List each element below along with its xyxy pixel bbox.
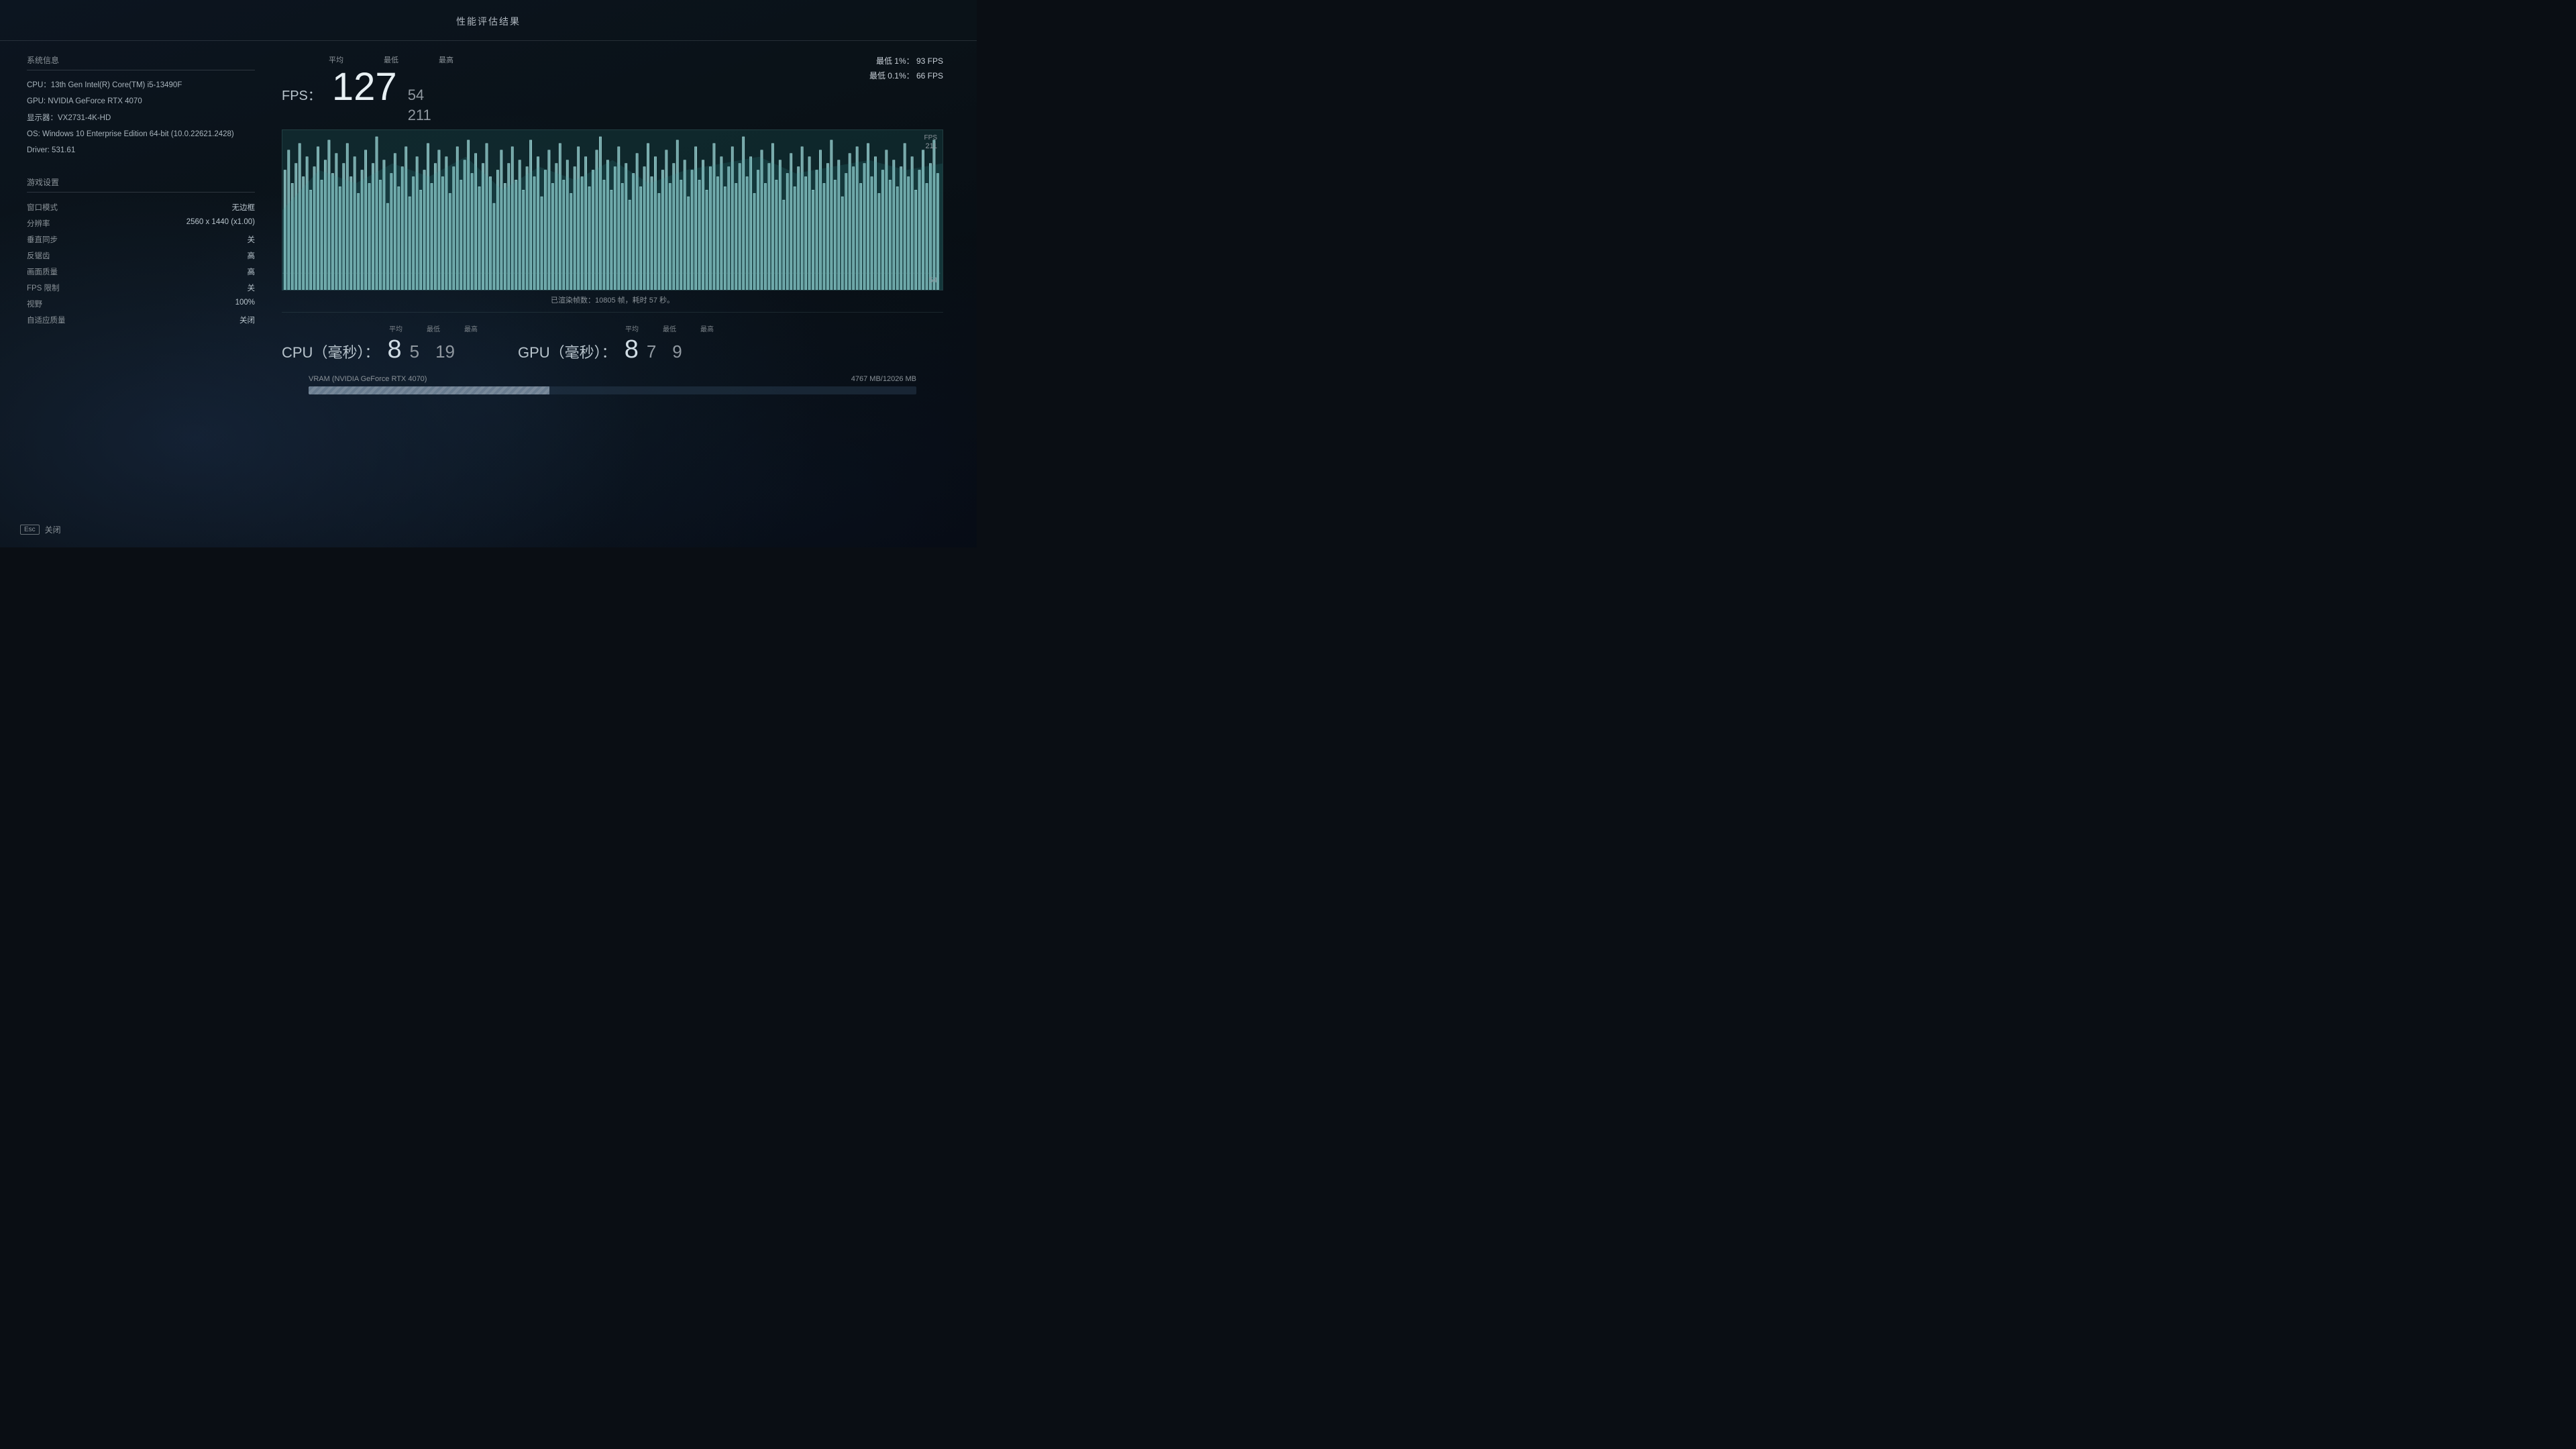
gpu-stats-block: 平均 最低 最高 GPU（毫秒）： 8 7 9 [518, 323, 714, 364]
setting-vsync: 垂直同步 关 [27, 234, 255, 245]
esc-key-label[interactable]: Esc [20, 525, 40, 535]
setting-key: 视野 [27, 299, 42, 309]
setting-fov: 视野 100% [27, 299, 255, 309]
vram-usage: 4767 MB/12026 MB [851, 375, 916, 383]
setting-fps-limit: FPS 限制 关 [27, 282, 255, 293]
chart-fps-label: FPS [924, 134, 937, 142]
setting-key: 垂直同步 [27, 234, 58, 245]
setting-resolution: 分辨率 2560 x 1440 (x1.00) [27, 218, 255, 229]
percentile-01-row: 最低 0.1%： 66 FPS [869, 69, 943, 84]
chart-min-label: 54 [929, 276, 937, 284]
left-panel: 系统信息 CPU：13th Gen Intel(R) Core(TM) i5-1… [27, 54, 255, 548]
cpu-max-value: 19 [435, 341, 455, 362]
setting-val: 高 [248, 250, 256, 261]
cpu-avg-value: 8 [387, 335, 401, 364]
system-info-table: CPU：13th Gen Intel(R) Core(TM) i5-13490F… [27, 80, 255, 156]
vram-header: VRAM (NVIDIA GeForce RTX 4070) 4767 MB/1… [309, 375, 916, 383]
fps-header: 平均 最低 最高 FPS： 127 54 211 [275, 54, 950, 124]
setting-val: 关闭 [239, 315, 255, 325]
fps-label: FPS： [282, 85, 321, 104]
cpu-col-avg: 平均 [389, 323, 402, 333]
setting-key: FPS 限制 [27, 282, 60, 293]
header: 性能评估结果 [0, 0, 977, 41]
gpu-avg-value: 8 [625, 335, 639, 364]
setting-val: 高 [248, 266, 256, 277]
gpu-col-max: 最高 [700, 323, 714, 333]
setting-val: 关 [248, 234, 256, 245]
setting-key: 自适应质量 [27, 315, 66, 325]
setting-adaptive: 自适应质量 关闭 [27, 315, 255, 325]
chart-caption: 已渲染帧数：10805 帧，耗时 57 秒。 [275, 294, 950, 305]
chart-max-label: 211 [925, 142, 937, 150]
setting-val: 100% [235, 299, 255, 309]
bottom-stats: 平均 最低 最高 CPU（毫秒）： 8 5 19 [275, 318, 950, 370]
vram-bar-stripes [309, 386, 549, 394]
setting-val: 无边框 [232, 202, 256, 213]
setting-window-mode: 窗口模式 无边框 [27, 202, 255, 213]
footer: Esc 关闭 [20, 524, 61, 535]
fps-chart-svg [282, 130, 943, 290]
cpu-col-min: 最低 [427, 323, 440, 333]
page-title: 性能评估结果 [456, 16, 521, 27]
fps-percentiles: 最低 1%： 93 FPS 最低 0.1%： 66 FPS [869, 54, 943, 83]
vram-bar-fill [309, 386, 549, 394]
setting-key: 画面质量 [27, 266, 58, 277]
fps-min-value: 54 [408, 87, 431, 104]
gpu-max-value: 9 [672, 341, 682, 362]
cpu-label: CPU（毫秒）： [282, 341, 379, 362]
percentile-1-row: 最低 1%： 93 FPS [869, 54, 943, 69]
setting-key: 分辨率 [27, 218, 50, 229]
gpu-col-min: 最低 [663, 323, 676, 333]
game-settings-title: 游戏设置 [27, 176, 255, 193]
setting-quality: 画面质量 高 [27, 266, 255, 277]
settings-table: 窗口模式 无边框 分辨率 2560 x 1440 (x1.00) 垂直同步 关 … [27, 202, 255, 325]
col-min-label: 最低 [384, 54, 398, 65]
gpu-info: GPU: NVIDIA GeForce RTX 4070 [27, 96, 255, 107]
os-info: OS: Windows 10 Enterprise Edition 64-bit… [27, 129, 255, 140]
cpu-info: CPU：13th Gen Intel(R) Core(TM) i5-13490F [27, 80, 255, 91]
setting-key: 窗口模式 [27, 202, 58, 213]
col-avg-label: 平均 [329, 54, 343, 65]
gpu-label: GPU（毫秒）： [518, 341, 616, 362]
vram-bar-background [309, 386, 916, 394]
fps-avg-value: 127 [332, 68, 397, 107]
cpu-col-max: 最高 [464, 323, 478, 333]
close-label[interactable]: 关闭 [45, 524, 61, 535]
right-panel: 平均 最低 最高 FPS： 127 54 211 [275, 54, 950, 548]
cpu-stats-block: 平均 最低 最高 CPU（毫秒）： 8 5 19 [282, 323, 478, 364]
driver-info: Driver: 531.61 [27, 145, 255, 156]
setting-key: 反锯齿 [27, 250, 50, 261]
gpu-col-avg: 平均 [625, 323, 639, 333]
setting-val: 2560 x 1440 (x1.00) [186, 218, 255, 229]
display-info: 显示器：VX2731-4K-HD [27, 113, 255, 124]
system-info-title: 系统信息 [27, 54, 255, 70]
cpu-min-value: 5 [410, 341, 419, 362]
vram-label: VRAM (NVIDIA GeForce RTX 4070) [309, 375, 427, 383]
vram-section: VRAM (NVIDIA GeForce RTX 4070) 4767 MB/1… [275, 370, 950, 402]
fps-max-value: 211 [408, 107, 431, 124]
fps-chart: FPS 211 54 [282, 129, 943, 290]
setting-val: 关 [248, 282, 256, 293]
setting-aa: 反锯齿 高 [27, 250, 255, 261]
gpu-min-value: 7 [647, 341, 656, 362]
col-max-label: 最高 [439, 54, 453, 65]
main-area: 系统信息 CPU：13th Gen Intel(R) Core(TM) i5-1… [0, 41, 977, 548]
